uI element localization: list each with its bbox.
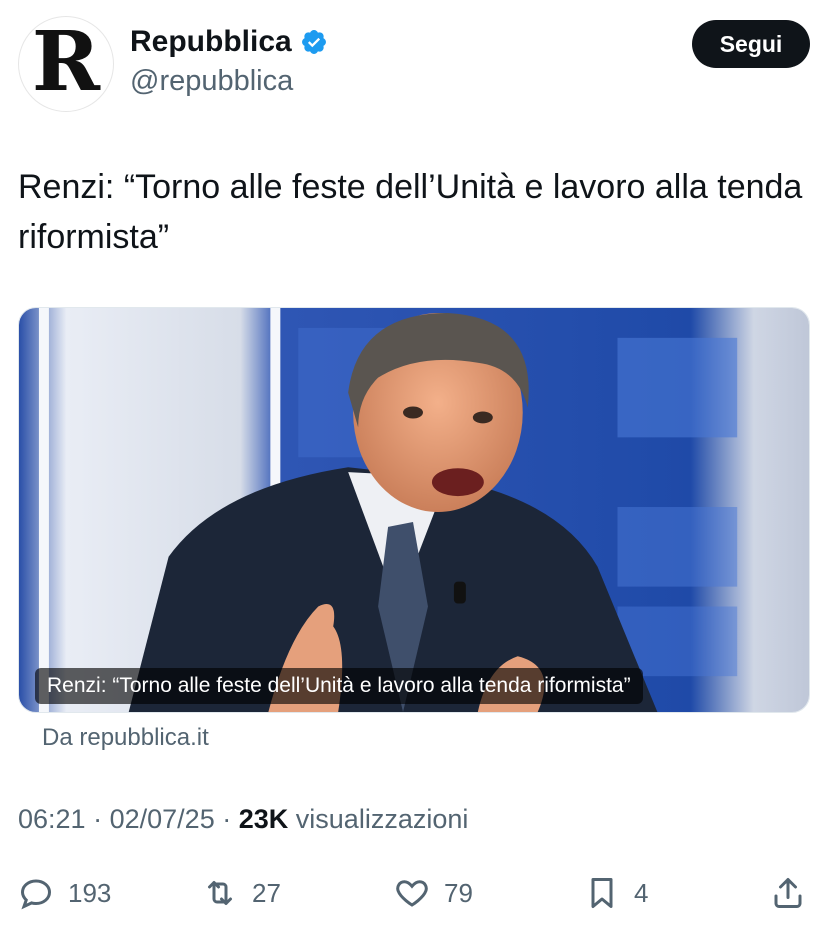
avatar[interactable]: R [18, 16, 114, 112]
card-source-link[interactable]: Da repubblica.it [42, 724, 209, 752]
tweet-text: Renzi: “Torno alle feste dell’Unità e la… [18, 168, 803, 256]
account-identity: Repubblica @repubblica [130, 24, 328, 99]
bookmark-icon [591, 878, 613, 908]
reply-icon [20, 879, 52, 910]
action-bar: 193 27 79 4 [18, 868, 810, 918]
share-icon [774, 878, 802, 908]
repost-icon [208, 881, 232, 905]
account-handle[interactable]: @repubblica [130, 64, 328, 99]
name-row: Repubblica [130, 24, 328, 60]
reply-count: 193 [68, 877, 112, 908]
avatar-logo-letter: R [31, 16, 101, 110]
repost-button[interactable]: 27 [202, 868, 281, 918]
bookmark-button[interactable]: 4 [584, 868, 648, 918]
share-button[interactable] [770, 868, 806, 918]
meta-separator: · [222, 804, 232, 834]
views-count[interactable]: 23K [239, 804, 289, 834]
card-caption: Renzi: “Torno alle feste dell’Unità e la… [35, 668, 643, 704]
tweet-meta: 06:21 · 02/07/25 · 23K visualizzazioni [18, 804, 468, 835]
display-name[interactable]: Repubblica [130, 24, 292, 60]
link-card[interactable]: Renzi: “Torno alle feste dell’Unità e la… [18, 307, 810, 713]
tweet-time[interactable]: 06:21 [18, 804, 86, 834]
like-icon [396, 880, 428, 907]
bookmark-count: 4 [634, 877, 649, 908]
like-button[interactable]: 79 [394, 868, 473, 918]
tweet-date[interactable]: 02/07/25 [110, 804, 215, 834]
views-label: visualizzazioni [295, 804, 469, 834]
repost-count: 27 [252, 877, 281, 908]
follow-button[interactable]: Segui [692, 20, 810, 68]
reply-button[interactable]: 193 [18, 868, 111, 918]
verified-icon[interactable] [300, 28, 328, 56]
meta-separator: · [93, 804, 103, 834]
card-image [19, 308, 809, 712]
like-count: 79 [444, 877, 473, 908]
tweet-header: R Repubblica @repubblica Segui [18, 16, 810, 116]
